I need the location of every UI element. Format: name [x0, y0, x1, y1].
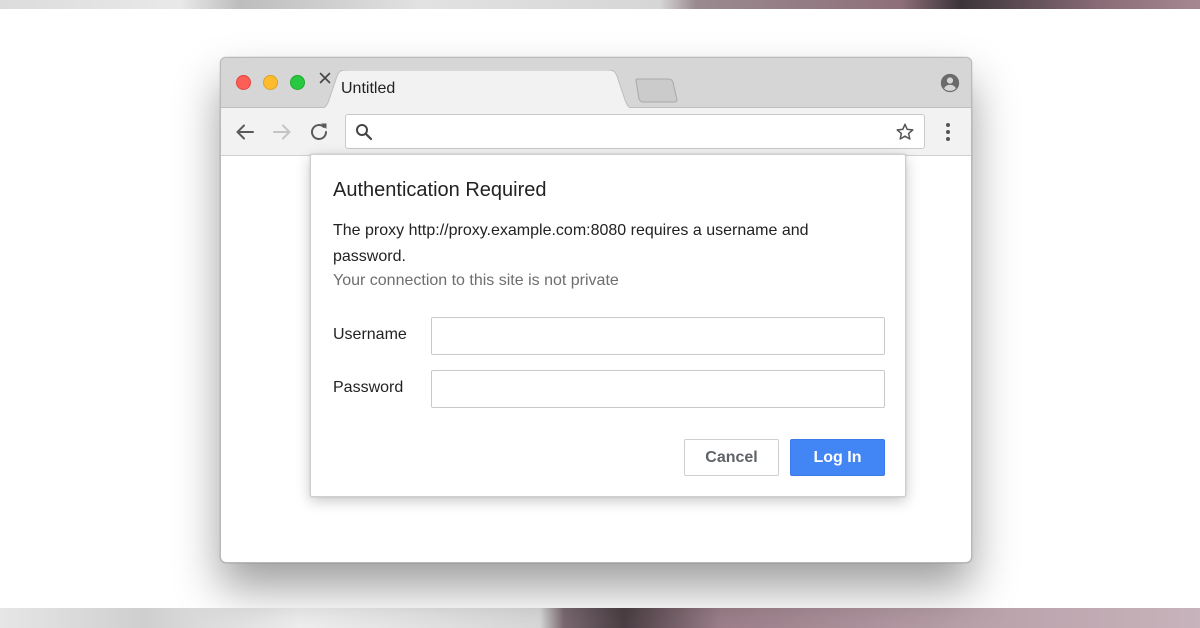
tab-title: Untitled [341, 80, 396, 97]
account-circle-icon[interactable] [939, 72, 961, 94]
background-photo-bottom [0, 608, 1200, 628]
search-icon [356, 124, 373, 141]
arrow-left-icon[interactable] [233, 120, 257, 144]
close-window-button[interactable] [236, 75, 251, 90]
star-icon[interactable] [895, 122, 915, 142]
toolbar [221, 108, 971, 156]
title-bar: Untitled [221, 58, 971, 109]
username-label: Username [333, 326, 407, 343]
close-tab-icon[interactable] [317, 70, 333, 86]
auth-dialog: Authentication Required The proxy http:/… [310, 154, 906, 497]
background-photo-top [0, 0, 1200, 9]
address-bar[interactable] [345, 114, 925, 149]
address-input[interactable] [382, 119, 882, 144]
reload-icon[interactable] [307, 120, 331, 144]
kebab-menu-icon[interactable] [937, 120, 959, 144]
login-button[interactable]: Log In [790, 439, 885, 476]
minimize-window-button[interactable] [263, 75, 278, 90]
connection-warning: Your connection to this site is not priv… [333, 272, 619, 289]
cancel-button[interactable]: Cancel [684, 439, 779, 476]
password-field[interactable] [431, 370, 885, 408]
password-label: Password [333, 379, 404, 396]
new-tab-button[interactable] [635, 78, 679, 103]
username-field[interactable] [431, 317, 885, 355]
dialog-title: Authentication Required [333, 179, 547, 201]
zoom-window-button[interactable] [290, 75, 305, 90]
arrow-right-icon[interactable] [270, 120, 294, 144]
tab-untitled[interactable]: Untitled [317, 70, 637, 109]
dialog-message: The proxy http://proxy.example.com:8080 … [333, 222, 809, 265]
